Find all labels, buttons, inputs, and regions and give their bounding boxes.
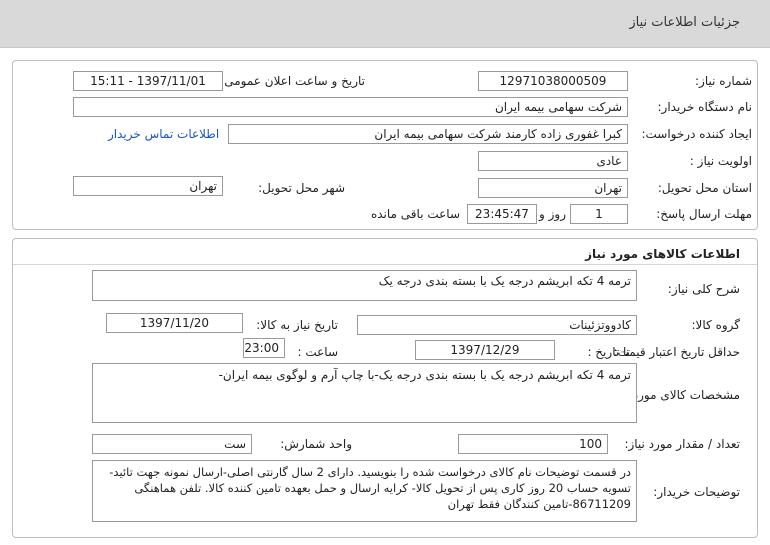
announce-field[interactable]: 1397/11/01 - 15:11	[73, 71, 223, 91]
qty-field[interactable]: 100	[458, 434, 608, 454]
announce-label: تاریخ و ساعت اعلان عمومی:	[220, 74, 365, 88]
deadline-days-field[interactable]: 1	[570, 204, 628, 224]
buyer-label: نام دستگاه خریدار:	[657, 100, 753, 114]
province-field[interactable]: تهران	[478, 178, 628, 198]
page-title: جزئیات اطلاعات نیاز	[629, 15, 740, 30]
priority-label: اولویت نیاز :	[689, 154, 752, 168]
city-field[interactable]: تهران	[73, 176, 223, 196]
buyer-notes-field[interactable]: در قسمت توضیحات نام کالای درخواست شده را…	[92, 460, 637, 522]
need-date-field[interactable]: 1397/11/20	[106, 313, 243, 333]
general-desc-field[interactable]: ترمه 4 تکه ابریشم درجه یک با بسته بندی د…	[92, 270, 637, 301]
buyer-contact-link[interactable]: اطلاعات تماس خریدار	[108, 127, 219, 141]
group-label: گروه کالا:	[691, 318, 741, 332]
need-number-field[interactable]: 12971038000509	[478, 71, 628, 91]
deadline-time-field[interactable]: 23:45:47	[467, 204, 537, 224]
goods-section-title: اطلاعات کالاهای مورد نیاز	[585, 247, 740, 261]
unit-field[interactable]: ست	[92, 434, 252, 454]
priority-field[interactable]: عادی	[478, 151, 628, 171]
validity-label: حداقل تاریخ اعتبار قیمت:	[613, 345, 740, 359]
city-label: شهر محل تحویل:	[258, 181, 345, 195]
deadline-days-text: روز و	[539, 207, 566, 221]
unit-label: واحد شمارش:	[280, 437, 352, 451]
general-desc-label: شرح کلی نیاز:	[667, 282, 740, 296]
need-date-label: تاریخ نیاز به کالا:	[256, 318, 338, 332]
until-date-label: تا تاریخ :	[587, 345, 630, 359]
creator-field[interactable]: کبرا غفوری زاده کارمند شرکت سهامی بیمه ا…	[228, 124, 628, 144]
group-field[interactable]: کادووتزئینات	[357, 315, 637, 335]
until-date-field[interactable]: 1397/12/29	[415, 340, 555, 360]
specs-field[interactable]: ترمه 4 تکه ابریشم درجه یک با بسته بندی د…	[92, 363, 637, 423]
qty-label: تعداد / مقدار مورد نیاز:	[624, 437, 740, 451]
hour-field[interactable]: 23:00	[243, 338, 285, 358]
page-header: جزئیات اطلاعات نیاز	[0, 0, 770, 48]
goods-divider	[13, 264, 757, 265]
deadline-label: مهلت ارسال پاسخ:	[656, 207, 752, 221]
hour-label: ساعت :	[297, 345, 338, 359]
buyer-notes-label: توضیحات خریدار:	[653, 485, 740, 499]
buyer-field[interactable]: شرکت سهامی بیمه ایران	[73, 97, 628, 117]
need-number-label: شماره نیاز:	[695, 74, 752, 88]
province-label: استان محل تحویل:	[657, 181, 752, 195]
remaining-text: ساعت باقی مانده	[370, 207, 460, 221]
creator-label: ایجاد کننده درخواست:	[641, 127, 752, 141]
